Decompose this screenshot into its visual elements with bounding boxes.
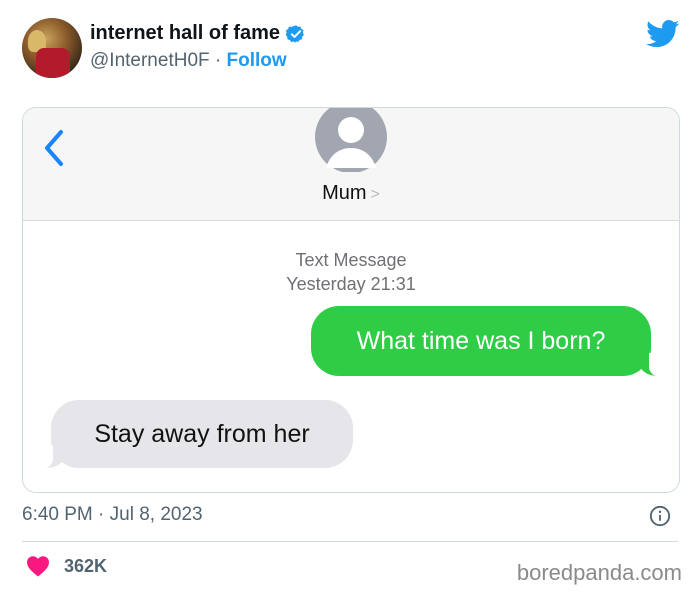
incoming-message-text: Stay away from her: [94, 419, 310, 448]
contact-name[interactable]: Mum >: [23, 182, 679, 205]
imessage-screenshot: Mum > Text Message Yesterday 21:31 What t…: [22, 107, 680, 493]
divider: [22, 541, 678, 542]
author-handle[interactable]: @InternetH0F: [90, 50, 210, 71]
incoming-message-bubble[interactable]: Stay away from her: [33, 400, 353, 469]
author-avatar[interactable]: [22, 18, 82, 78]
twitter-bird-icon[interactable]: [646, 20, 680, 48]
message-type-label: Text Message: [295, 250, 407, 270]
like-count[interactable]: 362K: [64, 556, 107, 577]
info-icon[interactable]: [649, 505, 671, 527]
outgoing-message-text: What time was I born?: [356, 326, 606, 355]
contact-name-label: Mum: [322, 182, 367, 204]
follow-button[interactable]: Follow: [227, 50, 287, 71]
message-time-label: Yesterday 21:31: [286, 274, 416, 294]
message-meta: Text Message Yesterday 21:31: [23, 248, 679, 296]
outgoing-message-bubble[interactable]: What time was I born?: [311, 306, 669, 377]
author-display-name[interactable]: internet hall of fame: [90, 22, 280, 45]
heart-icon[interactable]: [26, 555, 50, 577]
watermark: boredpanda.com: [516, 560, 682, 585]
imessage-header: Mum >: [23, 108, 679, 221]
back-chevron-icon[interactable]: [41, 128, 67, 168]
avatar-jersey: [36, 48, 70, 78]
verified-badge-icon: [286, 24, 304, 43]
like-row: 362K: [26, 555, 107, 577]
contact-chevron-icon: >: [370, 186, 380, 203]
tweet-timestamp[interactable]: 6:40 PM · Jul 8, 2023: [22, 504, 203, 526]
tweet-header: internet hall of fame @InternetH0F · Fol…: [22, 18, 682, 82]
handle-row: @InternetH0F · Follow: [90, 50, 287, 72]
name-row: internet hall of fame: [90, 22, 306, 45]
handle-separator: ·: [214, 50, 222, 71]
contact-avatar-icon[interactable]: [314, 108, 388, 172]
